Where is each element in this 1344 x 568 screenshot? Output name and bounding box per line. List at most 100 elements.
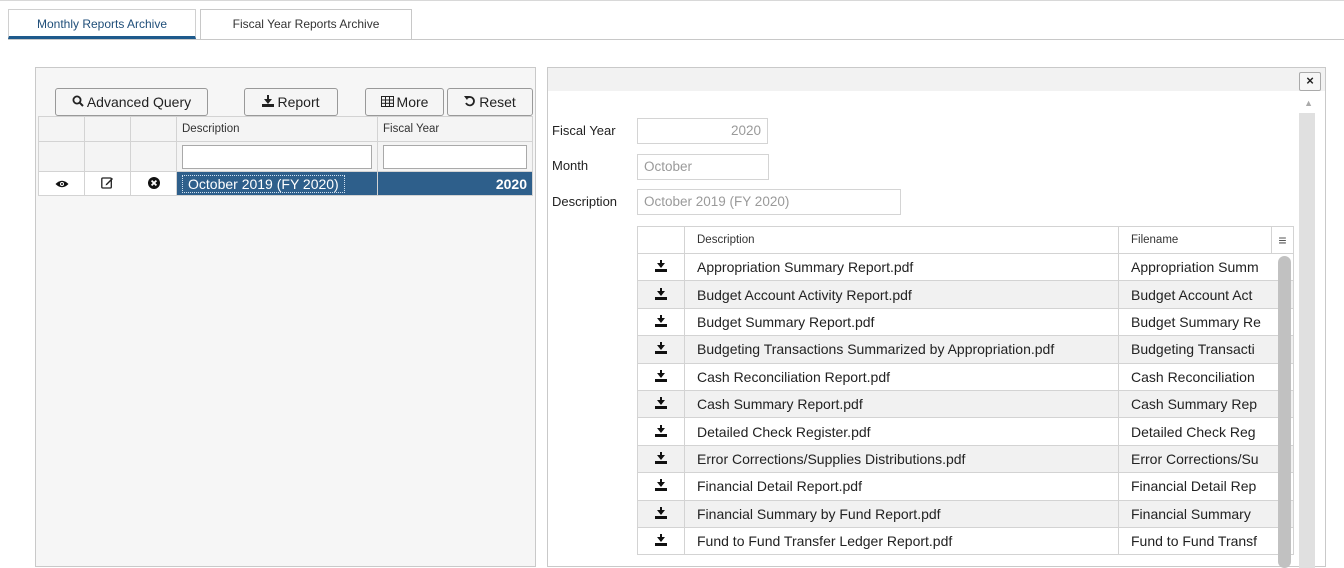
view-cell [38, 171, 85, 196]
file-description-column-header[interactable]: Description [684, 226, 1119, 254]
table-row[interactable]: October 2019 (FY 2020) 2020 [38, 171, 533, 196]
detail-header [548, 68, 1325, 91]
action-col-header [84, 116, 131, 142]
download-icon [262, 89, 275, 115]
more-label: More [396, 94, 429, 110]
reset-label: Reset [479, 94, 516, 110]
edit-cell [84, 171, 131, 196]
month-field[interactable]: October [637, 154, 769, 180]
description-label: Description [552, 194, 618, 209]
reports-list-panel: Advanced Query Report More Reset Descrip… [35, 67, 536, 567]
file-description: Financial Detail Report.pdf [684, 472, 1119, 501]
file-name: Detailed Check Reg [1118, 417, 1294, 446]
download-cell [637, 280, 685, 309]
file-name: Budgeting Transacti [1118, 335, 1294, 364]
file-description: Fund to Fund Transfer Ledger Report.pdf [684, 526, 1119, 556]
table-row[interactable]: Budget Account Activity Report.pdf Budget… [637, 280, 1294, 309]
download-icon[interactable] [655, 259, 667, 273]
download-icon[interactable] [655, 506, 667, 519]
download-icon[interactable] [655, 341, 667, 355]
download-cell [637, 499, 685, 528]
table-row[interactable]: Financial Detail Report.pdf Financial Det… [637, 472, 1294, 501]
fiscal-year-filter-input[interactable] [383, 145, 527, 169]
filter-cell [130, 141, 177, 172]
download-icon[interactable] [655, 396, 667, 410]
file-description: Budget Account Activity Report.pdf [684, 280, 1119, 309]
download-cell [637, 444, 685, 474]
vertical-scrollbar[interactable] [1299, 113, 1315, 568]
table-row[interactable]: Budget Summary Report.pdf Budget Summary … [637, 307, 1294, 337]
download-icon[interactable] [655, 424, 667, 437]
report-button[interactable]: Report [244, 88, 338, 116]
more-button[interactable]: More [365, 88, 444, 116]
file-name: Cash Reconciliation [1118, 362, 1294, 391]
reset-button[interactable]: Reset [447, 88, 533, 116]
file-description: Cash Reconciliation Report.pdf [684, 362, 1119, 391]
eye-icon[interactable] [55, 176, 69, 192]
row-fiscal-year[interactable]: 2020 [377, 171, 533, 196]
table-row[interactable]: Appropriation Summary Report.pdf Appropri… [637, 252, 1294, 282]
tab-monthly-reports-archive[interactable]: Monthly Reports Archive [8, 9, 196, 39]
file-description: Financial Summary by Fund Report.pdf [684, 499, 1119, 528]
file-name: Financial Detail Rep [1118, 472, 1294, 501]
download-cell [637, 472, 685, 501]
file-description: Appropriation Summary Report.pdf [684, 252, 1119, 282]
download-icon[interactable] [655, 478, 667, 492]
download-icon[interactable] [655, 451, 667, 464]
download-cell [637, 252, 685, 282]
download-icon[interactable] [655, 533, 667, 547]
file-name: Budget Account Act [1118, 280, 1294, 309]
fiscal-year-field[interactable]: 2020 [637, 118, 768, 144]
description-column-header[interactable]: Description [176, 116, 378, 142]
filename-column-header[interactable]: Filename [1118, 226, 1272, 254]
file-description: Cash Summary Report.pdf [684, 389, 1119, 419]
tab-fiscal-year-reports-archive[interactable]: Fiscal Year Reports Archive [200, 9, 412, 40]
download-cell [637, 389, 685, 419]
file-description: Error Corrections/Supplies Distributions… [684, 444, 1119, 474]
description-field[interactable]: October 2019 (FY 2020) [637, 189, 901, 215]
download-icon[interactable] [655, 314, 667, 327]
file-name: Fund to Fund Transf [1118, 526, 1294, 556]
fiscal-year-label: Fiscal Year [552, 123, 616, 138]
filter-cell [176, 141, 378, 172]
table-row[interactable]: Cash Reconciliation Report.pdf Cash Recon… [637, 362, 1294, 391]
close-button[interactable]: × [1299, 72, 1321, 91]
delete-icon[interactable] [147, 176, 160, 192]
search-icon [72, 89, 84, 115]
grid-icon [380, 89, 394, 115]
files-scrollbar-thumb[interactable] [1278, 256, 1291, 568]
report-files-table: Description Filename ≡ Appropriation Sum… [637, 226, 1294, 556]
download-cell [637, 417, 685, 446]
table-row[interactable]: Detailed Check Register.pdf Detailed Chec… [637, 417, 1294, 446]
download-cell [637, 362, 685, 391]
table-row[interactable]: Fund to Fund Transfer Ledger Report.pdf F… [637, 526, 1294, 556]
description-filter-input[interactable] [182, 145, 372, 169]
table-row[interactable]: Error Corrections/Supplies Distributions… [637, 444, 1294, 474]
fiscal-year-column-header[interactable]: Fiscal Year [377, 116, 533, 142]
advanced-query-button[interactable]: Advanced Query [55, 88, 208, 116]
undo-icon [464, 89, 476, 115]
file-name: Cash Summary Rep [1118, 389, 1294, 419]
download-cell [637, 307, 685, 337]
file-description: Budgeting Transactions Summarized by App… [684, 335, 1119, 364]
table-row[interactable]: Budgeting Transactions Summarized by App… [637, 335, 1294, 364]
filter-cell [84, 141, 131, 172]
download-icon[interactable] [655, 287, 667, 300]
table-row[interactable]: Cash Summary Report.pdf Cash Summary Rep [637, 389, 1294, 419]
edit-icon[interactable] [101, 176, 114, 192]
file-description: Detailed Check Register.pdf [684, 417, 1119, 446]
tab-bar: Monthly Reports Archive Fiscal Year Repo… [0, 0, 1344, 41]
row-description[interactable]: October 2019 (FY 2020) [176, 171, 378, 196]
file-description: Budget Summary Report.pdf [684, 307, 1119, 337]
report-detail-panel: × ▲ Fiscal Year 2020 Month October Descr… [547, 67, 1326, 568]
download-icon[interactable] [655, 369, 667, 382]
reports-grid: Description Fiscal Year October 2019 (FY… [38, 116, 533, 196]
table-row[interactable]: Financial Summary by Fund Report.pdf Fina… [637, 499, 1294, 528]
download-col-header [637, 226, 685, 254]
delete-cell [130, 171, 177, 196]
action-col-header [130, 116, 177, 142]
scroll-up-icon[interactable]: ▲ [1304, 98, 1313, 108]
action-col-header [38, 116, 85, 142]
column-menu-icon[interactable]: ≡ [1271, 226, 1294, 254]
filter-cell [38, 141, 85, 172]
